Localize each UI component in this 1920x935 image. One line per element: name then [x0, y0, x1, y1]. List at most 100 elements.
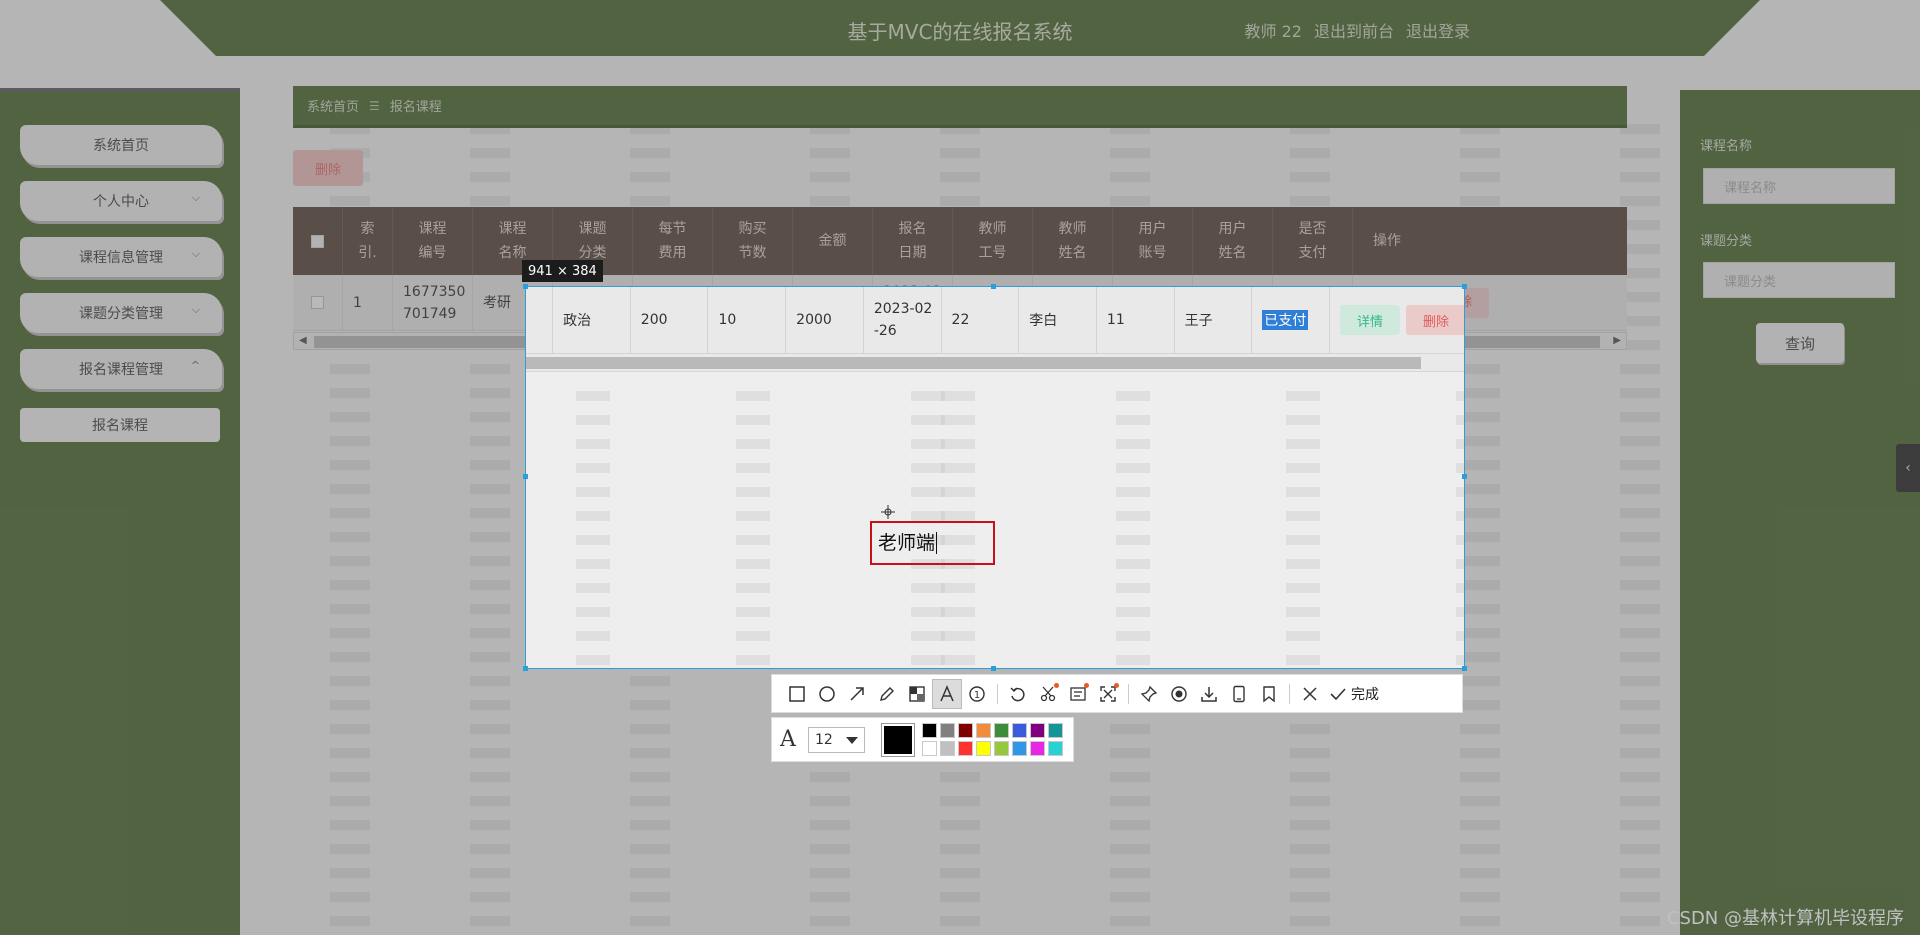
pencil-icon[interactable] [872, 679, 902, 709]
captured-cell: 200 [631, 287, 709, 353]
rectangle-icon[interactable] [782, 679, 812, 709]
text-annotation[interactable]: 老师端 [870, 521, 995, 565]
color-swatch[interactable] [1030, 723, 1045, 738]
captured-cell: 2000 [786, 287, 864, 353]
column-header: 每节 费用 [633, 207, 713, 275]
chevron-down-icon: ⌵ [191, 191, 200, 204]
logout-link[interactable]: 退出登录 [1406, 18, 1470, 42]
resize-handle[interactable] [991, 284, 996, 289]
row-checkbox-cell [293, 275, 343, 330]
resize-handle[interactable] [523, 666, 528, 671]
pin-icon[interactable] [1134, 679, 1164, 709]
color-swatch[interactable] [958, 723, 973, 738]
color-swatch[interactable] [940, 741, 955, 756]
undo-icon[interactable] [1003, 679, 1033, 709]
menu-icon: ☰ [369, 98, 380, 113]
color-swatch[interactable] [1048, 741, 1063, 756]
download-icon[interactable] [1194, 679, 1224, 709]
color-swatch[interactable] [922, 741, 937, 756]
breadcrumb: 系统首页 ☰ 报名课程 [293, 86, 1627, 128]
chevron-down-icon: ⌵ [191, 303, 200, 316]
column-header: 教师 工号 [953, 207, 1033, 275]
bookmark-icon[interactable] [1254, 679, 1284, 709]
close-icon[interactable] [1295, 679, 1325, 709]
category-input[interactable]: 课题分类 [1703, 262, 1895, 298]
finish-button[interactable]: 完成 [1329, 684, 1379, 704]
column-header: 操作 [1373, 233, 1401, 249]
color-swatch[interactable] [976, 723, 991, 738]
current-user: 教师 22 [1244, 22, 1302, 41]
chevron-up-icon: ^ [190, 359, 200, 372]
sidebar-item-category[interactable]: 课题分类管理 ⌵ [20, 293, 222, 333]
captured-cell: 详情 删除 [1330, 287, 1464, 353]
sidebar-item-label: 课程信息管理 [79, 250, 163, 266]
resize-handle[interactable] [1462, 666, 1467, 671]
number-marker-icon[interactable]: 1 [962, 679, 992, 709]
select-all-checkbox[interactable] [311, 234, 324, 248]
font-size-value: 12 [815, 732, 833, 748]
scissors-icon[interactable] [1033, 679, 1063, 709]
sidebar-item-label: 报名课程 [92, 418, 148, 434]
arrow-icon[interactable] [842, 679, 872, 709]
sidebar-item-label: 个人中心 [93, 194, 149, 210]
front-link[interactable]: 退出到前台 [1314, 18, 1394, 42]
resize-handle[interactable] [523, 474, 528, 479]
resize-handle[interactable] [991, 666, 996, 671]
captured-cell: 王子 [1175, 287, 1253, 353]
collapse-icon[interactable]: ‹ [1896, 444, 1920, 492]
column-header: 金额 [793, 207, 873, 275]
sidebar-item-home[interactable]: 系统首页 [20, 125, 222, 165]
column-header: 索引. [343, 207, 393, 275]
breadcrumb-home[interactable]: 系统首页 [307, 96, 359, 115]
color-swatch[interactable] [940, 723, 955, 738]
font-icon: A [780, 727, 796, 752]
current-color[interactable] [881, 723, 915, 757]
color-swatch[interactable] [922, 723, 937, 738]
row-checkbox[interactable] [311, 296, 324, 309]
color-swatch[interactable] [994, 723, 1009, 738]
resize-handle[interactable] [523, 284, 528, 289]
search-panel: 课程名称 课程名称 课题分类 课题分类 查询 [1680, 90, 1920, 935]
sidebar-item-course-info[interactable]: 课程信息管理 ⌵ [20, 237, 222, 277]
text-annotation-content[interactable]: 老师端 [878, 532, 938, 554]
color-swatch[interactable] [994, 741, 1009, 756]
finish-label: 完成 [1351, 686, 1379, 703]
header-links: 教师 22 退出到前台 退出登录 [1245, 18, 1470, 42]
color-swatch[interactable] [958, 741, 973, 756]
course-name-input[interactable]: 课程名称 [1703, 168, 1895, 204]
mosaic-icon[interactable] [902, 679, 932, 709]
chevron-down-icon: ⌵ [191, 247, 200, 260]
scroll-right-icon[interactable]: ▶ [1613, 335, 1621, 346]
column-header: 用户 姓名 [1193, 207, 1273, 275]
capture-toolbar: 1 完成 [771, 674, 1463, 713]
sidebar-item-enrollment[interactable]: 报名课程管理 ^ [20, 349, 222, 389]
scroll-left-icon[interactable]: ◀ [299, 335, 307, 346]
resize-handle[interactable] [1462, 474, 1467, 479]
svg-text:1: 1 [974, 690, 980, 701]
record-icon[interactable] [1164, 679, 1194, 709]
ellipse-icon[interactable] [812, 679, 842, 709]
batch-delete-button[interactable]: 删除 [293, 150, 363, 186]
color-swatch[interactable] [1030, 741, 1045, 756]
sidebar-item-personal[interactable]: 个人中心 ⌵ [20, 181, 222, 221]
captured-cell: 已支付 [1252, 287, 1330, 353]
ocr-icon[interactable] [1063, 679, 1093, 709]
scan-icon[interactable] [1093, 679, 1123, 709]
font-size-select[interactable]: 12 [808, 727, 865, 753]
search-button[interactable]: 查询 [1756, 323, 1844, 363]
cell-course-no: 1677350 701749 [393, 275, 473, 330]
cell-index: 1 [343, 275, 393, 330]
sidebar-subitem-enrollment[interactable]: 报名课程 [20, 408, 220, 442]
sidebar-item-label: 报名课程管理 [79, 362, 163, 378]
phone-icon[interactable] [1224, 679, 1254, 709]
color-swatch[interactable] [976, 741, 991, 756]
table-header: 索引. 课程 编号 课程 名称 课题 分类 每节 费用 购买 节数 金额 报名 日期 教师工… [293, 207, 1627, 275]
text-tool-icon[interactable] [932, 678, 962, 709]
captured-cell: 10 [708, 287, 787, 353]
color-swatch[interactable] [1048, 723, 1063, 738]
color-swatch[interactable] [1012, 741, 1027, 756]
left-sidebar: 系统首页 个人中心 ⌵ 课程信息管理 ⌵ 课题分类管理 ⌵ 报名课程管理 ^ 报… [0, 88, 240, 935]
capture-region[interactable]: 政治 200 10 2000 2023-02 -26 22 李白 11 王子 已支… [525, 286, 1465, 669]
color-swatch[interactable] [1012, 723, 1027, 738]
resize-handle[interactable] [1462, 284, 1467, 289]
